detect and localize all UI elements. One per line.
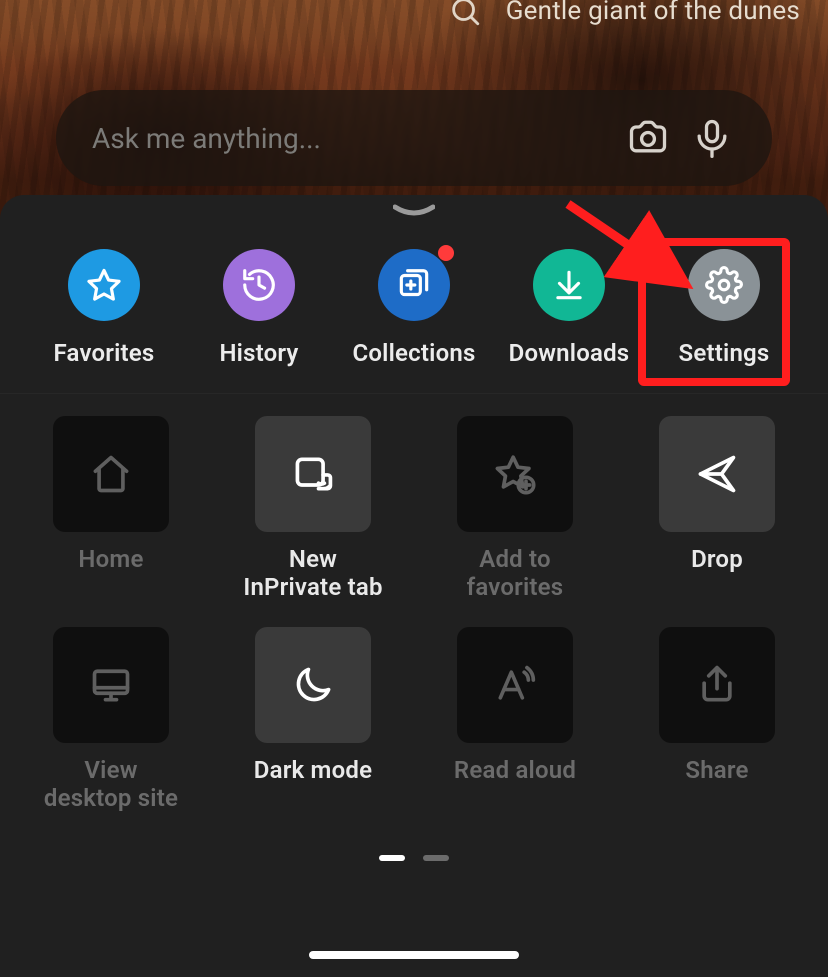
add-fav-square <box>457 416 573 532</box>
top-search-row: Gentle giant of the dunes <box>0 0 828 28</box>
downloads-label: Downloads <box>509 339 630 367</box>
ask-input[interactable]: Ask me anything... <box>56 90 772 186</box>
share-square <box>659 627 775 743</box>
readaloud-square <box>457 627 573 743</box>
collections-button[interactable]: Collections <box>346 249 482 367</box>
star-add-icon <box>493 452 537 496</box>
inprivate-label: New InPrivate tab <box>240 546 386 601</box>
download-icon <box>550 266 588 304</box>
desktop-icon <box>89 663 133 707</box>
primary-action-row: Favorites History Collections <box>0 195 828 393</box>
moon-icon <box>291 663 335 707</box>
home-indicator[interactable] <box>309 951 519 959</box>
add-favorites-tile[interactable]: Add to favorites <box>442 416 588 601</box>
history-icon <box>240 266 278 304</box>
star-icon <box>85 266 123 304</box>
mic-icon[interactable] <box>688 114 736 162</box>
read-aloud-tile[interactable]: Read aloud <box>442 627 588 812</box>
share-label: Share <box>685 757 748 785</box>
add-fav-label: Add to favorites <box>442 546 588 601</box>
collections-icon <box>395 266 433 304</box>
home-label: Home <box>78 546 143 574</box>
send-icon <box>695 452 739 496</box>
ask-placeholder: Ask me anything... <box>92 122 608 155</box>
pager-dot-2[interactable] <box>423 855 449 861</box>
camera-icon[interactable] <box>624 114 672 162</box>
favorites-button[interactable]: Favorites <box>36 249 172 367</box>
collections-circle <box>378 249 450 321</box>
pager-dot-1[interactable] <box>379 855 405 861</box>
drop-label: Drop <box>691 546 743 574</box>
darkmode-label: Dark mode <box>254 757 372 785</box>
read-aloud-icon <box>493 663 537 707</box>
collections-label: Collections <box>353 339 476 367</box>
history-label: History <box>219 339 298 367</box>
home-square <box>53 416 169 532</box>
readaloud-label: Read aloud <box>454 757 576 785</box>
inprivate-icon <box>291 452 335 496</box>
pager[interactable] <box>0 855 828 861</box>
sheet-grab-handle[interactable] <box>393 203 435 219</box>
top-search-query[interactable]: Gentle giant of the dunes <box>506 0 800 26</box>
desktop-label: View desktop site <box>38 757 184 812</box>
search-icon[interactable] <box>448 0 482 28</box>
dark-mode-tile[interactable]: Dark mode <box>240 627 386 812</box>
downloads-circle <box>533 249 605 321</box>
inprivate-square <box>255 416 371 532</box>
darkmode-square <box>255 627 371 743</box>
menu-sheet: Favorites History Collections <box>0 195 828 977</box>
notification-badge <box>438 245 454 261</box>
history-circle <box>223 249 295 321</box>
share-tile[interactable]: Share <box>644 627 790 812</box>
drop-tile[interactable]: Drop <box>644 416 790 601</box>
favorites-circle <box>68 249 140 321</box>
drop-square <box>659 416 775 532</box>
share-icon <box>695 663 739 707</box>
history-button[interactable]: History <box>191 249 327 367</box>
secondary-grid: Home New InPrivate tab Add to favorites <box>0 394 828 820</box>
downloads-button[interactable]: Downloads <box>501 249 637 367</box>
home-tile[interactable]: Home <box>38 416 184 601</box>
divider <box>0 393 828 394</box>
new-inprivate-tile[interactable]: New InPrivate tab <box>240 416 386 601</box>
home-icon <box>89 452 133 496</box>
favorites-label: Favorites <box>54 339 155 367</box>
settings-button[interactable]: Settings <box>656 249 792 367</box>
settings-label: Settings <box>679 339 770 367</box>
gear-icon <box>705 266 743 304</box>
settings-circle <box>688 249 760 321</box>
desktop-square <box>53 627 169 743</box>
view-desktop-tile[interactable]: View desktop site <box>38 627 184 812</box>
